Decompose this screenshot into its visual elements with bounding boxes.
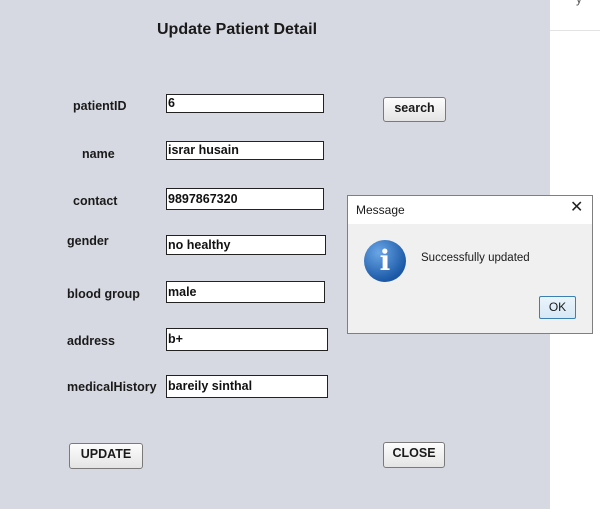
contact-field[interactable]: 9897867320: [166, 188, 324, 210]
medical-history-label: medicalHistory: [67, 380, 157, 394]
blood-group-label: blood group: [67, 287, 140, 301]
name-label: name: [82, 147, 115, 161]
dialog-message: Successfully updated: [421, 252, 530, 264]
blood-group-field[interactable]: male: [166, 281, 325, 303]
search-button[interactable]: search: [383, 97, 446, 122]
medical-history-field[interactable]: bareily sinthal: [166, 375, 328, 398]
close-icon[interactable]: ✕: [570, 199, 583, 217]
ok-button[interactable]: OK: [539, 296, 576, 319]
background-divider: [550, 30, 600, 31]
address-field[interactable]: b+: [166, 328, 328, 351]
close-button[interactable]: CLOSE: [383, 442, 445, 468]
contact-label: contact: [73, 194, 118, 208]
gender-field[interactable]: no healthy: [166, 235, 326, 255]
background-text: y: [576, 0, 582, 6]
dialog-titlebar: Message ✕: [348, 196, 592, 224]
info-icon: i: [364, 240, 406, 282]
patient-id-field[interactable]: 6: [166, 94, 324, 113]
patient-id-label: patientID: [73, 99, 127, 113]
update-button[interactable]: UPDATE: [69, 443, 143, 469]
message-dialog: Message ✕ i Successfully updated OK: [347, 195, 593, 334]
dialog-title: Message: [356, 203, 405, 217]
address-label: address: [67, 334, 115, 348]
name-field[interactable]: israr husain: [166, 141, 324, 160]
gender-label: gender: [67, 234, 109, 248]
page-title: Update Patient Detail: [157, 21, 318, 38]
